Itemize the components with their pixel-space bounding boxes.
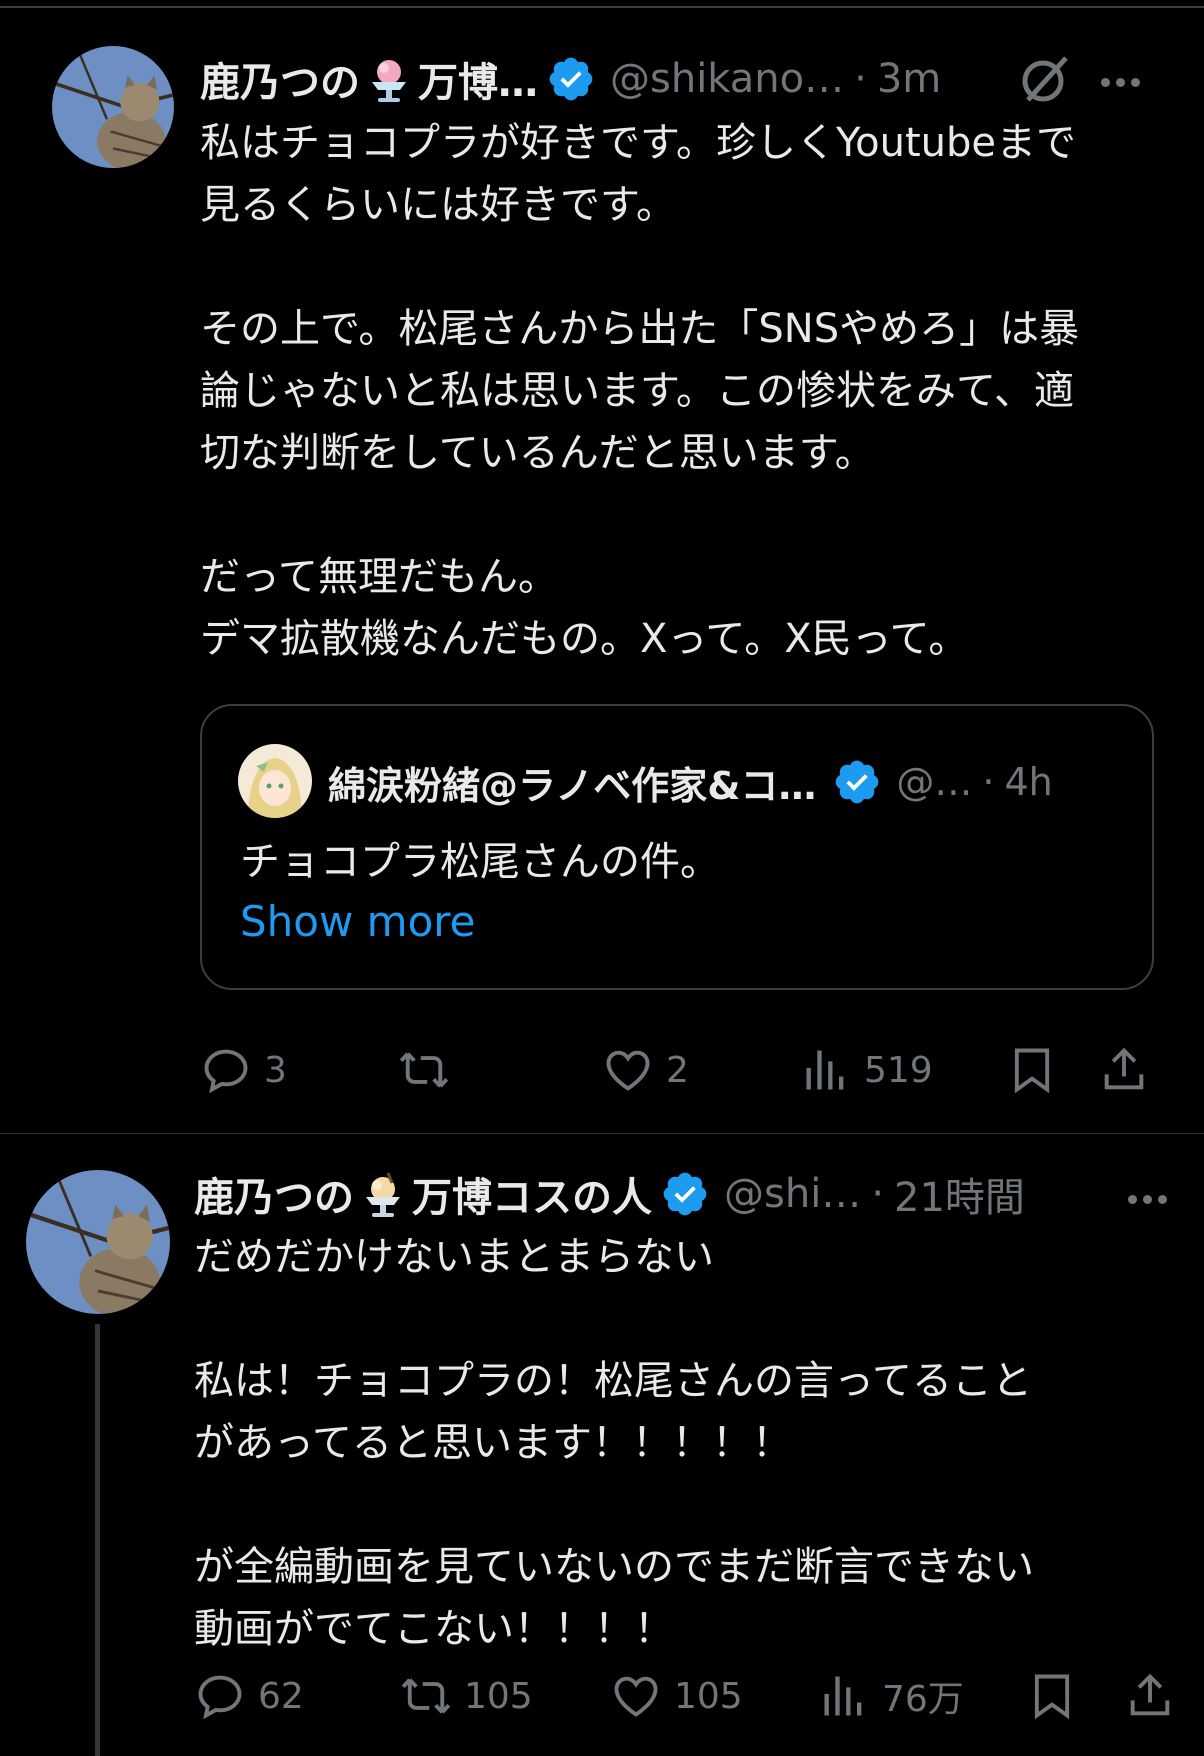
- repost-count: 105: [464, 1675, 533, 1717]
- tweet[interactable]: 鹿乃つの 万博コスの人 @shi… · 21時間 だめだかけないまとまらない 私…: [0, 1134, 1204, 1756]
- share-button[interactable]: [1098, 1040, 1150, 1100]
- ice-cream-emoji-icon: [358, 1169, 408, 1219]
- timestamp[interactable]: 21時間: [894, 1165, 1025, 1223]
- verified-badge-icon: [660, 1169, 710, 1219]
- verified-badge-icon: [832, 757, 882, 807]
- author-handle[interactable]: @shi…: [724, 1171, 861, 1217]
- avatar[interactable]: [26, 1170, 170, 1314]
- repost-icon: [401, 1678, 451, 1714]
- views-icon: [806, 1050, 844, 1090]
- tweet-text: だめだかけないまとまらない 私は！チョコプラの！松尾さんの言ってること があって…: [194, 1234, 1034, 1652]
- quoted-avatar: [238, 744, 312, 818]
- bookmark-button[interactable]: [1006, 1040, 1058, 1100]
- reply-count: 3: [264, 1049, 287, 1091]
- tweet-header: 鹿乃つの 万博コスの人 @shi… · 21時間: [194, 1166, 1025, 1222]
- author-name[interactable]: 鹿乃つの: [200, 50, 360, 108]
- reply-button[interactable]: 62: [194, 1666, 304, 1726]
- share-button[interactable]: [1124, 1666, 1176, 1726]
- share-icon: [1130, 1673, 1170, 1716]
- quoted-text: チョコプラ松尾さんの件。: [240, 839, 720, 885]
- reply-button[interactable]: 3: [200, 1040, 287, 1100]
- more-icon[interactable]: [1101, 72, 1149, 87]
- quoted-handle: @…: [896, 760, 973, 804]
- action-bar: 3 2 519: [0, 1040, 1204, 1100]
- author-name-suffix[interactable]: 万博…: [418, 50, 538, 108]
- like-icon: [614, 1676, 658, 1717]
- views-icon: [824, 1676, 862, 1716]
- show-more-link[interactable]: Show more: [240, 894, 475, 950]
- verified-badge-icon: [546, 54, 596, 104]
- tweet-header: 鹿乃つの 万博… @shikano… · 3m: [200, 48, 941, 110]
- author-name[interactable]: 鹿乃つの: [194, 1165, 354, 1223]
- reply-icon: [198, 1675, 242, 1720]
- avatar-cat-image: [26, 1170, 170, 1314]
- like-button[interactable]: 2: [602, 1040, 689, 1100]
- top-divider: [0, 6, 1204, 8]
- tweet[interactable]: 鹿乃つの 万博… @shikano… · 3m 私はチョコプラが好きです。珍しく…: [0, 40, 1204, 1130]
- repost-icon: [399, 1052, 449, 1088]
- quoted-timestamp: 4h: [1004, 760, 1053, 804]
- grok-icon[interactable]: [1016, 50, 1074, 108]
- avatar[interactable]: [52, 46, 174, 168]
- view-count: 76万: [882, 1679, 964, 1720]
- bookmark-icon: [1034, 1674, 1070, 1720]
- reply-icon: [204, 1049, 248, 1094]
- separator-dot: ·: [871, 1171, 885, 1217]
- separator-dot: ·: [854, 56, 867, 102]
- views-button[interactable]: 519: [800, 1040, 933, 1100]
- like-icon: [606, 1050, 650, 1091]
- avatar-cat-image: [52, 46, 174, 168]
- bookmark-icon: [1014, 1048, 1050, 1094]
- action-bar: 62 105 105 76万: [0, 1666, 1204, 1726]
- author-handle[interactable]: @shikano…: [610, 56, 844, 102]
- repost-button[interactable]: [398, 1040, 450, 1100]
- share-icon: [1104, 1047, 1144, 1090]
- views-button[interactable]: 76万: [818, 1666, 964, 1726]
- more-icon[interactable]: [1128, 1189, 1176, 1204]
- quoted-header: 綿涙粉緒@ラノベ作家&コ… @… · 4h: [328, 748, 1053, 816]
- like-count: 105: [674, 1675, 743, 1717]
- view-count: 519: [864, 1049, 933, 1091]
- separator-dot: ·: [982, 760, 995, 804]
- ice-cream-emoji-icon: [364, 54, 414, 104]
- reply-count: 62: [258, 1675, 304, 1717]
- repost-button[interactable]: 105: [400, 1666, 533, 1726]
- quoted-author-name: 綿涙粉緒@ラノベ作家&コ…: [328, 763, 817, 808]
- quoted-tweet[interactable]: 綿涙粉緒@ラノベ作家&コ… @… · 4h チョコプラ松尾さんの件。 Show …: [200, 704, 1154, 990]
- timestamp[interactable]: 3m: [877, 56, 941, 102]
- author-name-suffix[interactable]: 万博コスの人: [412, 1165, 652, 1223]
- like-count: 2: [666, 1049, 689, 1091]
- tweet-text: 私はチョコプラが好きです。珍しくYoutubeまで 見るくらいには好きです。 そ…: [200, 120, 1080, 662]
- bookmark-button[interactable]: [1026, 1666, 1078, 1726]
- like-button[interactable]: 105: [610, 1666, 743, 1726]
